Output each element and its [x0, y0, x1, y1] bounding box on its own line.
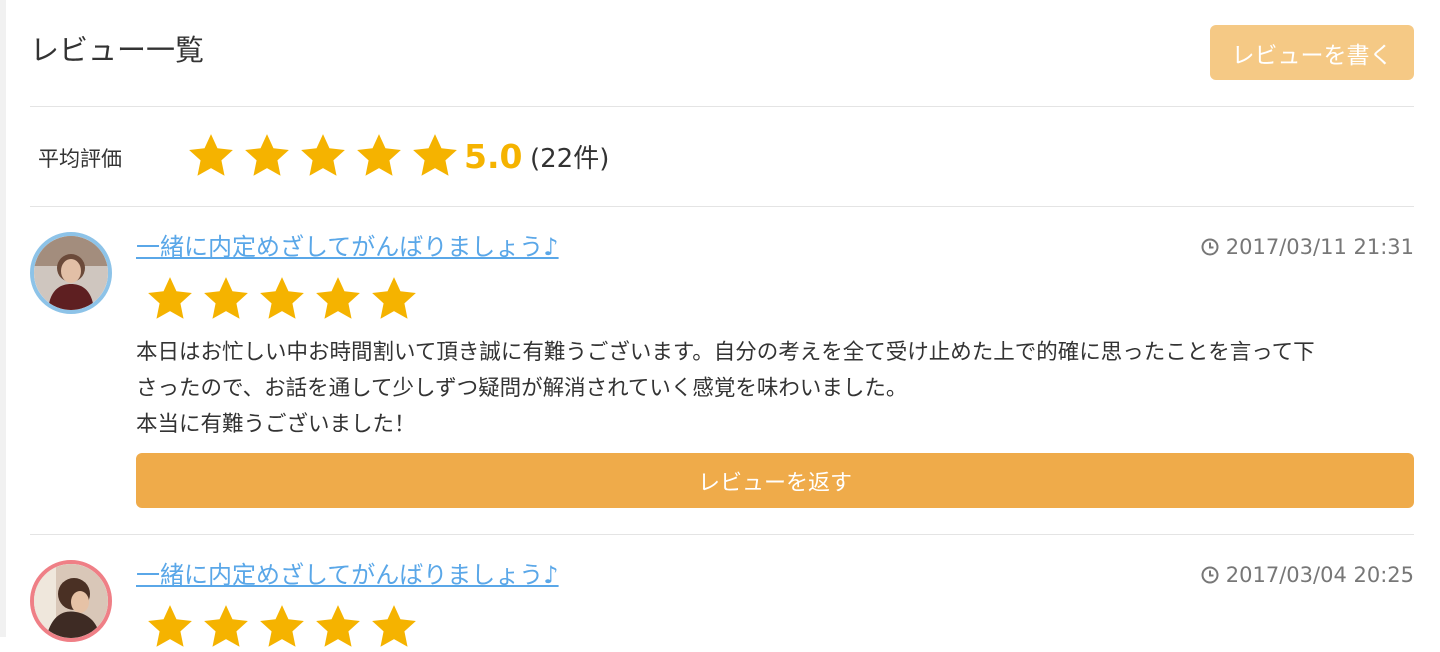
star-icon [204, 605, 248, 647]
review-count: (22件) [530, 144, 610, 174]
review-body: 本日はお忙しい中お時間割いて頂き誠に有難うございます。自分の考えを全て受け止めた… [136, 335, 1414, 443]
star-icon [357, 134, 401, 176]
review-item: 一緒に内定めざしてがんばりましょう♪ 2017/03/04 20:25 [30, 535, 1414, 647]
review-list-panel: レビュー一覧 レビューを書く 平均評価 5.0 (22件) 一緒に内定めざしてが… [30, 0, 1414, 647]
reviewer-avatar[interactable] [30, 232, 112, 314]
page-title: レビュー一覧 [30, 33, 205, 67]
write-review-button[interactable]: レビューを書く [1210, 25, 1414, 80]
star-icon [245, 134, 289, 176]
review-body-line: 本日はお忙しい中お時間割いて頂き誠に有難うございます。自分の考えを全て受け止めた… [136, 340, 1315, 365]
star-icon [316, 277, 360, 319]
star-icon [316, 605, 360, 647]
review-title-link[interactable]: 一緒に内定めざしてがんばりましょう♪ [136, 558, 559, 592]
review-title-link[interactable]: 一緒に内定めざしてがんばりましょう♪ [136, 230, 559, 264]
review-item: 一緒に内定めざしてがんばりましょう♪ 2017/03/11 21:31 本日はお… [30, 207, 1414, 535]
star-icon [148, 605, 192, 647]
review-date-text: 2017/03/04 20:25 [1225, 563, 1414, 587]
review-rating-stars [142, 602, 422, 652]
star-icon [260, 277, 304, 319]
review-rating-stars [142, 274, 422, 324]
star-icon [204, 277, 248, 319]
star-icon [189, 134, 233, 176]
review-body-line: 本当に有難うございました！ [136, 412, 416, 437]
star-icon [413, 134, 457, 176]
review-body-line: さったので、お話を通して少しずつ疑問が解消されていく感覚を味わいました。 [136, 376, 908, 401]
average-rating-label: 平均評価 [38, 147, 122, 171]
review-date-text: 2017/03/11 21:31 [1225, 235, 1414, 259]
review-list-header: レビュー一覧 レビューを書く [30, 0, 1414, 107]
left-edge-bar [0, 0, 6, 637]
clock-icon [1201, 238, 1219, 256]
review-date: 2017/03/11 21:31 [1201, 232, 1414, 262]
average-rating-stars [183, 131, 463, 181]
star-icon [301, 134, 345, 176]
average-rating-score: 5.0 [464, 137, 523, 176]
reviewer-avatar[interactable] [30, 560, 112, 642]
review-date: 2017/03/04 20:25 [1201, 560, 1414, 590]
star-icon [260, 605, 304, 647]
star-icon [372, 277, 416, 319]
star-icon [372, 605, 416, 647]
star-icon [148, 277, 192, 319]
average-rating-summary: 平均評価 5.0 (22件) [30, 107, 1414, 207]
reply-review-button[interactable]: レビューを返す [136, 453, 1414, 508]
clock-icon [1201, 566, 1219, 584]
